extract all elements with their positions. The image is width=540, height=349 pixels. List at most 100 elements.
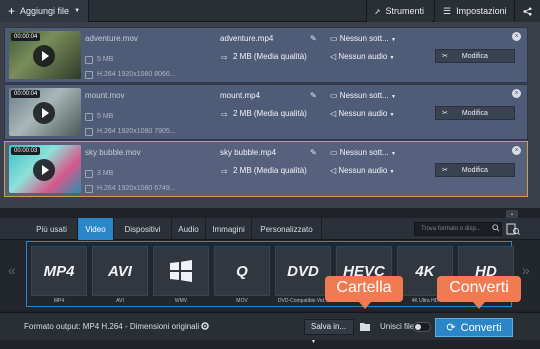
play-icon[interactable] — [33, 102, 55, 124]
edit-button[interactable]: ✂ Modifica — [435, 163, 515, 177]
source-codec: H.264 1920x1080 7905... — [97, 128, 176, 135]
output-file-size[interactable]: 2 MB (Media qualità) — [233, 109, 307, 118]
remove-file-button[interactable]: × — [512, 146, 521, 155]
source-file-size: 3 MB — [97, 170, 114, 177]
play-icon[interactable] — [33, 45, 55, 67]
chevron-down-icon: ▼ — [74, 8, 81, 14]
codec-icon — [85, 185, 93, 193]
format-label: DVD-Compatible Vid... — [277, 298, 329, 304]
duration-badge: 00:00:04 — [11, 90, 41, 98]
output-size-icon: ⇨ — [221, 110, 228, 119]
format-tile[interactable]: DVD — [275, 246, 331, 296]
tab-piusati[interactable]: Più usati — [26, 218, 78, 240]
edit-button[interactable]: ✂ Modifica — [435, 49, 515, 63]
device-detect-icon[interactable] — [506, 222, 520, 236]
output-size-icon: ⇨ — [221, 53, 228, 62]
output-file-name[interactable]: mount.mp4 — [220, 91, 260, 100]
pencil-icon[interactable]: ✎ — [310, 34, 319, 43]
convert-button[interactable]: ⟳ Converti — [435, 318, 513, 337]
chevron-down-icon: ▼ — [389, 55, 395, 61]
merge-files-toggle[interactable] — [413, 322, 431, 332]
refresh-icon: ⟳ — [446, 322, 456, 334]
tools-label: Strumenti — [385, 6, 424, 16]
bottom-bar: Formato output: MP4 H.264 - Dimensioni o… — [0, 312, 540, 345]
format-logo: 4K — [415, 262, 435, 280]
subtitles-select[interactable]: ▭ Nessun sott... ▼ — [330, 91, 396, 100]
edit-label: Modifica — [461, 166, 488, 174]
output-file-size[interactable]: 2 MB (Media qualità) — [233, 52, 307, 61]
remove-file-button[interactable]: × — [512, 89, 521, 98]
scroll-left-button[interactable]: « — [8, 262, 16, 278]
scroll-right-button[interactable]: » — [522, 262, 530, 278]
subtitles-select[interactable]: ▭ Nessun sott... ▼ — [330, 148, 396, 157]
play-icon[interactable] — [33, 159, 55, 181]
pencil-icon[interactable]: ✎ — [310, 148, 319, 157]
edit-label: Modifica — [461, 52, 488, 60]
remove-file-button[interactable]: × — [512, 32, 521, 41]
format-tile[interactable]: MP4 — [31, 246, 87, 296]
tab-dispositivi[interactable]: Dispositivi — [114, 218, 172, 240]
file-row[interactable]: 00:00:04 mount.mov 5 MB H.264 1920x1080 … — [4, 84, 528, 140]
save-to-select[interactable]: Salva in... ▼ — [304, 319, 354, 345]
format-tile[interactable]: AVI — [92, 246, 148, 296]
tools-button[interactable]: Strumenti — [366, 0, 432, 22]
settings-button[interactable]: ☰ Impostazioni — [434, 0, 514, 22]
file-size-icon — [85, 56, 93, 64]
share-button[interactable] — [514, 0, 540, 22]
chevron-down-icon: ▼ — [389, 169, 395, 175]
source-file-size: 5 MB — [97, 56, 114, 63]
audio-select[interactable]: ◁ Nessun audio ▼ — [330, 166, 395, 175]
output-file-name[interactable]: sky bubble.mp4 — [220, 148, 276, 157]
video-thumbnail[interactable]: 00:00:04 — [9, 31, 81, 79]
codec-icon — [85, 128, 93, 136]
subtitles-icon: ▭ — [330, 91, 338, 100]
format-search-input[interactable]: Trova formato o disp... — [414, 222, 502, 236]
tools-icon — [375, 8, 381, 14]
add-files-button[interactable]: + Aggiungi file ▼ — [0, 0, 90, 22]
source-codec: H.264 1920x1080 6749... — [97, 185, 176, 192]
subtitles-icon: ▭ — [330, 34, 338, 43]
file-row[interactable]: 00:00:04 adventure.mov 5 MB H.264 1920x1… — [4, 27, 528, 83]
format-logo: Q — [236, 262, 248, 280]
output-file-size[interactable]: 2 MB (Media qualità) — [233, 166, 307, 175]
subtitles-select[interactable]: ▭ Nessun sott... ▼ — [330, 34, 396, 43]
search-icon[interactable] — [492, 224, 500, 232]
tab-personalizzato[interactable]: Personalizzato — [252, 218, 322, 240]
share-icon — [523, 6, 532, 16]
format-tile[interactable] — [153, 246, 209, 296]
output-file-name[interactable]: adventure.mp4 — [220, 34, 273, 43]
source-codec: H.264 1920x1080 8066... — [97, 71, 176, 78]
subtitles-icon: ▭ — [330, 148, 338, 157]
toolbar: + Aggiungi file ▼ Strumenti ☰ Impostazio… — [0, 0, 540, 22]
format-label: WMV — [174, 298, 188, 304]
codec-icon — [85, 71, 93, 79]
folder-icon[interactable] — [360, 322, 370, 331]
format-label: MP4 — [53, 298, 65, 304]
settings-label: Impostazioni — [456, 6, 507, 16]
format-logo: DVD — [287, 262, 319, 280]
edit-button[interactable]: ✂ Modifica — [435, 106, 515, 120]
format-label: AVI — [116, 298, 124, 304]
gear-icon[interactable] — [200, 321, 210, 331]
file-size-icon — [85, 113, 93, 121]
audio-value: Nessun audio — [338, 109, 388, 118]
video-thumbnail[interactable]: 00:00:03 — [9, 145, 81, 193]
speaker-icon: ◁ — [330, 109, 337, 118]
source-file-name: adventure.mov — [85, 34, 138, 43]
tab-audio[interactable]: Audio — [172, 218, 206, 240]
video-thumbnail[interactable]: 00:00:04 — [9, 88, 81, 136]
tab-video[interactable]: Video — [78, 218, 114, 240]
speaker-icon: ◁ — [330, 52, 337, 61]
edit-label: Modifica — [461, 109, 488, 117]
add-files-label: Aggiungi file — [20, 6, 70, 16]
pencil-icon[interactable]: ✎ — [310, 91, 319, 100]
format-tile[interactable]: Q — [214, 246, 270, 296]
collapse-panel-button[interactable]: ⌄ — [506, 210, 518, 218]
source-file-name: sky bubble.mov — [85, 148, 141, 157]
file-size-icon — [85, 170, 93, 178]
audio-select[interactable]: ◁ Nessun audio ▼ — [330, 52, 395, 61]
menu-icon: ☰ — [443, 5, 452, 16]
tab-immagini[interactable]: Immagini — [206, 218, 252, 240]
audio-select[interactable]: ◁ Nessun audio ▼ — [330, 109, 395, 118]
file-row[interactable]: 00:00:03 sky bubble.mov 3 MB H.264 1920x… — [4, 141, 528, 197]
